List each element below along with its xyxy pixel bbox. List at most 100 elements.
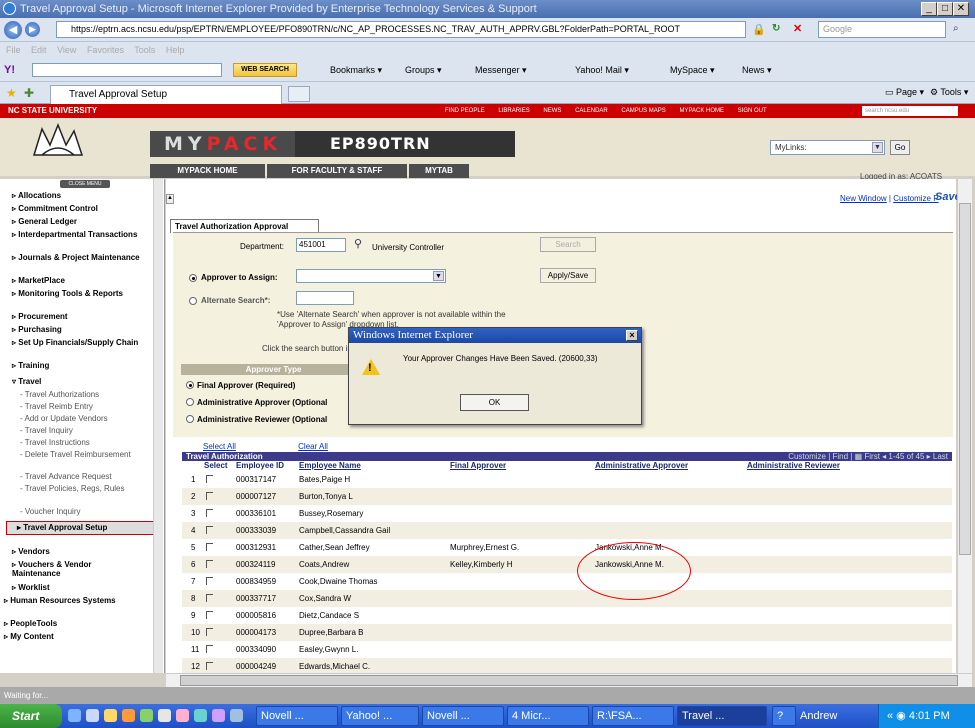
menu-vendors[interactable]: ▹ Vendors: [12, 547, 50, 556]
scroll-up-arrow-icon[interactable]: ▲: [166, 194, 174, 204]
col-final-approver[interactable]: Final Approver: [450, 461, 506, 470]
ok-button[interactable]: OK: [460, 394, 529, 411]
stop-icon[interactable]: ✕: [793, 22, 802, 35]
toolbar-search-input[interactable]: [32, 63, 222, 77]
menu-general-ledger[interactable]: ▹ General Ledger: [12, 217, 77, 226]
quicklaunch-app6-icon[interactable]: [230, 709, 243, 722]
menu-file[interactable]: File: [6, 45, 21, 55]
vertical-scrollbar[interactable]: [957, 179, 972, 673]
select-checkbox[interactable]: [206, 645, 213, 653]
link-news[interactable]: NEWS: [543, 108, 561, 114]
web-search-button[interactable]: WEB SEARCH: [233, 63, 297, 77]
col-employee-name[interactable]: Employee Name: [299, 461, 361, 470]
approver-select[interactable]: ▼: [296, 269, 446, 283]
menu-help[interactable]: Help: [166, 45, 185, 55]
apply-save-button[interactable]: Apply/Save: [540, 268, 596, 283]
select-checkbox[interactable]: [206, 560, 213, 568]
link-find-people[interactable]: FIND PEOPLE: [445, 108, 485, 114]
menu-view[interactable]: View: [57, 45, 76, 55]
menu-interdepartmental-transactions[interactable]: ▹ Interdepartmental Transactions: [12, 230, 142, 239]
menu-travel-advance-request[interactable]: - Travel Advance Request: [20, 472, 112, 481]
mylinks-select[interactable]: MyLinks: ▼: [770, 140, 885, 155]
refresh-icon[interactable]: ↻: [772, 23, 780, 34]
menu-travel-policies[interactable]: - Travel Policies, Regs, Rules: [20, 484, 130, 493]
quicklaunch-ie-icon[interactable]: [68, 709, 81, 722]
select-checkbox[interactable]: [206, 543, 213, 551]
minimize-button[interactable]: _: [921, 2, 937, 16]
menu-travel-reimb-entry[interactable]: - Travel Reimb Entry: [20, 402, 93, 411]
final-approver-radio[interactable]: [186, 381, 194, 389]
alternate-search-input[interactable]: [296, 291, 354, 305]
menu-commitment-control[interactable]: ▹ Commitment Control: [12, 204, 98, 213]
menu-journals-project-maintenance[interactable]: ▹ Journals & Project Maintenance: [12, 253, 142, 262]
menu-voucher-inquiry[interactable]: - Voucher Inquiry: [20, 507, 80, 516]
grid-navigation[interactable]: Customize | Find | ▦ First ◂ 1-45 of 45 …: [788, 452, 948, 461]
quicklaunch-app4-icon[interactable]: [194, 709, 207, 722]
go-button[interactable]: Go: [890, 140, 910, 155]
bookmarks-button[interactable]: Bookmarks ▾: [330, 63, 382, 77]
add-favorite-icon[interactable]: ✚: [24, 86, 34, 100]
vertical-scroll-thumb[interactable]: [959, 203, 971, 555]
select-checkbox[interactable]: [206, 628, 213, 636]
ncsu-search-input[interactable]: search ncsu.edu: [862, 106, 958, 116]
menu-travel-instructions[interactable]: - Travel Instructions: [20, 438, 90, 447]
forward-button[interactable]: ▶: [25, 22, 40, 37]
menu-monitoring-tools-reports[interactable]: ▹ Monitoring Tools & Reports: [12, 289, 142, 298]
link-sign-out[interactable]: SIGN OUT: [738, 108, 767, 114]
menu-purchasing[interactable]: ▹ Purchasing: [12, 325, 62, 334]
menu-human-resources[interactable]: ▹ Human Resources Systems: [4, 596, 134, 605]
web-search-input[interactable]: Google: [818, 21, 946, 38]
lock-icon[interactable]: 🔒: [752, 23, 766, 36]
nav-faculty-staff[interactable]: FOR FACULTY & STAFF: [267, 164, 407, 178]
department-input[interactable]: 451001: [296, 238, 346, 252]
task-novell-1[interactable]: Novell ...: [256, 706, 338, 726]
link-calendar[interactable]: CALENDAR: [575, 108, 608, 114]
start-button[interactable]: Start: [0, 704, 62, 728]
task-microsoft[interactable]: 4 Micr...: [507, 706, 589, 726]
select-all-link[interactable]: Select All: [203, 442, 236, 451]
page-menu[interactable]: ▭ Page ▾: [885, 87, 924, 98]
menu-travel-approval-setup[interactable]: ▸ Travel Approval Setup: [6, 521, 156, 535]
select-checkbox[interactable]: [206, 492, 213, 500]
browser-tab-travel-approval[interactable]: Travel Approval Setup: [50, 85, 282, 104]
dialog-close-button[interactable]: ×: [626, 330, 638, 341]
taskbar-user[interactable]: Andrew: [800, 704, 837, 728]
quicklaunch-app-icon[interactable]: [140, 709, 153, 722]
col-employee-id[interactable]: Employee ID: [236, 461, 284, 470]
search-icon[interactable]: ⌕: [953, 23, 959, 34]
select-checkbox[interactable]: [206, 611, 213, 619]
menu-allocations[interactable]: ▹ Allocations: [12, 191, 61, 200]
link-libraries[interactable]: LIBRARIES: [498, 108, 529, 114]
task-r-drive[interactable]: R:\FSA...: [592, 706, 674, 726]
approver-to-assign-radio[interactable]: [189, 274, 197, 282]
yahoo-logo-icon[interactable]: Y!: [4, 63, 15, 77]
new-tab-button[interactable]: [288, 86, 310, 102]
menu-training[interactable]: ▹ Training: [12, 361, 49, 370]
menu-my-content[interactable]: ▹ My Content: [4, 632, 54, 641]
task-travel[interactable]: Travel ...: [677, 706, 767, 726]
menu-edit[interactable]: Edit: [31, 45, 47, 55]
menu-worklist[interactable]: ▹ Worklist: [12, 583, 50, 592]
menu-peopletools[interactable]: ▹ PeopleTools: [4, 619, 57, 628]
task-yahoo[interactable]: Yahoo! ...: [341, 706, 419, 726]
link-mypack-home[interactable]: MYPACK HOME: [679, 108, 724, 114]
clear-all-link[interactable]: Clear All: [298, 442, 328, 451]
horizontal-scroll-thumb[interactable]: [180, 675, 958, 686]
new-window-link[interactable]: New Window: [840, 194, 887, 203]
menu-vouchers-vendor-maintenance[interactable]: ▹ Vouchers & Vendor Maintenance: [12, 560, 142, 578]
lookup-search-icon[interactable]: ⚲: [354, 237, 362, 250]
close-window-button[interactable]: ✕: [953, 2, 969, 16]
select-checkbox[interactable]: [206, 594, 213, 602]
nav-mytab[interactable]: MYTAB: [409, 164, 469, 178]
menu-setup-financials[interactable]: ▹ Set Up Financials/Supply Chain: [12, 338, 152, 347]
messenger-button[interactable]: Messenger ▾: [475, 63, 527, 77]
horizontal-scrollbar[interactable]: [166, 673, 972, 687]
quicklaunch-app2-icon[interactable]: [158, 709, 171, 722]
select-checkbox[interactable]: [206, 526, 213, 534]
select-checkbox[interactable]: [206, 577, 213, 585]
myspace-button[interactable]: MySpace ▾: [670, 63, 715, 77]
close-menu-button[interactable]: CLOSE MENU: [60, 180, 110, 188]
left-menu-scrollbar[interactable]: [153, 179, 163, 673]
alternate-search-radio[interactable]: [189, 297, 197, 305]
menu-tools[interactable]: Tools: [134, 45, 155, 55]
